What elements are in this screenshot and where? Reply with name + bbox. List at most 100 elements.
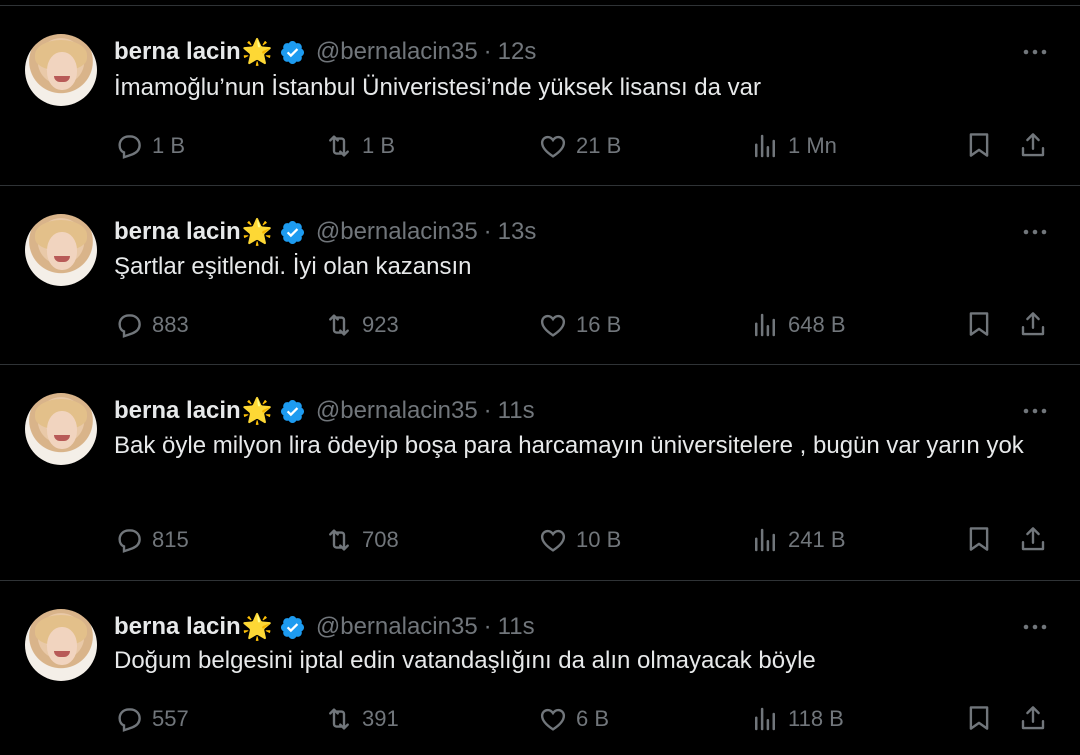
avatar[interactable] [25, 393, 97, 465]
separator-dot: · [483, 397, 492, 424]
tweet-actions: 1 B 1 B 21 B 1 Mn [114, 129, 1054, 163]
avatar[interactable] [25, 214, 97, 286]
retweet-count: 923 [362, 312, 399, 337]
reply-button[interactable]: 1 B [114, 129, 185, 163]
retweet-button[interactable]: 391 [324, 702, 399, 736]
tweet-header: berna lacin 🌟 @bernalacin35 · 12s [114, 37, 536, 67]
sun-emoji: 🌟 [241, 612, 273, 641]
views-chart-icon [755, 313, 775, 337]
share-icon[interactable] [1018, 703, 1048, 733]
like-count: 6 B [576, 706, 610, 731]
separator-dot: · [483, 613, 492, 640]
share-icon[interactable] [1018, 524, 1048, 554]
author-name[interactable]: berna lacin [114, 613, 241, 641]
retweet-icon [329, 314, 349, 336]
more-options-icon[interactable] [1020, 222, 1050, 242]
like-button[interactable]: 21 B [538, 129, 621, 163]
like-button[interactable]: 6 B [538, 702, 609, 736]
author-name[interactable]: berna lacin [114, 38, 241, 66]
views-button[interactable]: 648 B [750, 308, 846, 342]
more-options-icon[interactable] [1020, 42, 1050, 62]
reply-count: 1 B [152, 133, 186, 158]
reply-icon [118, 314, 141, 338]
retweet-count: 1 B [362, 133, 396, 158]
tweet-text: Şartlar eşitlendi. İyi olan kazansın [114, 253, 472, 280]
reply-icon [118, 135, 141, 159]
reply-count: 883 [152, 312, 189, 337]
tweet-actions: 557 391 6 B 118 B [114, 702, 1054, 736]
views-count: 241 B [788, 527, 846, 552]
tweet[interactable]: berna lacin 🌟 @bernalacin35 · 11s Doğum … [0, 581, 1080, 755]
author-handle[interactable]: @bernalacin35 [316, 38, 478, 66]
avatar[interactable] [25, 34, 97, 106]
verified-badge-icon [280, 399, 304, 423]
views-chart-icon [755, 707, 775, 731]
reply-icon [118, 708, 141, 732]
reply-count: 557 [152, 706, 189, 731]
timestamp[interactable]: 11s [498, 613, 535, 641]
tweet-text: İmamoğlu’nun İstanbul Üniveristesi’nde y… [114, 74, 761, 101]
views-chart-icon [755, 134, 775, 158]
author-handle[interactable]: @bernalacin35 [316, 218, 478, 246]
sun-emoji: 🌟 [241, 396, 273, 425]
reply-button[interactable]: 815 [114, 523, 189, 557]
sun-emoji: 🌟 [241, 217, 273, 246]
author-handle[interactable]: @bernalacin35 [316, 397, 478, 425]
separator-dot: · [483, 38, 492, 65]
retweet-button[interactable]: 1 B [324, 129, 395, 163]
tweet-header: berna lacin 🌟 @bernalacin35 · 11s [114, 612, 535, 642]
like-count: 21 B [576, 133, 622, 158]
retweet-icon [329, 135, 349, 157]
heart-icon [540, 135, 566, 158]
tweet[interactable]: berna lacin 🌟 @bernalacin35 · 12s İmamoğ… [0, 6, 1080, 186]
tweet[interactable]: berna lacin 🌟 @bernalacin35 · 11s Bak öy… [0, 365, 1080, 581]
views-button[interactable]: 241 B [750, 523, 846, 557]
tweet-text: Doğum belgesini iptal edin vatandaşlığın… [114, 647, 816, 674]
reply-button[interactable]: 557 [114, 702, 189, 736]
like-button[interactable]: 16 B [538, 308, 621, 342]
bookmark-icon[interactable] [964, 130, 994, 160]
share-icon[interactable] [1018, 130, 1048, 160]
like-count: 16 B [576, 312, 622, 337]
bookmark-icon[interactable] [964, 309, 994, 339]
sun-emoji: 🌟 [241, 37, 273, 66]
reply-icon [118, 529, 141, 553]
views-count: 118 B [788, 706, 844, 731]
retweet-button[interactable]: 923 [324, 308, 399, 342]
tweet-actions: 883 923 16 B 648 B [114, 308, 1054, 342]
retweet-count: 708 [362, 527, 399, 552]
timestamp[interactable]: 13s [498, 218, 537, 246]
views-count: 648 B [788, 312, 846, 337]
reply-button[interactable]: 883 [114, 308, 189, 342]
tweet[interactable]: berna lacin 🌟 @bernalacin35 · 13s Şartla… [0, 186, 1080, 365]
like-count: 10 B [576, 527, 622, 552]
timestamp[interactable]: 12s [498, 38, 537, 66]
views-chart-icon [755, 528, 775, 552]
avatar[interactable] [25, 609, 97, 681]
like-button[interactable]: 10 B [538, 523, 621, 557]
bookmark-icon[interactable] [964, 703, 994, 733]
timestamp[interactable]: 11s [498, 397, 535, 425]
author-handle[interactable]: @bernalacin35 [316, 613, 478, 641]
author-name[interactable]: berna lacin [114, 218, 241, 246]
more-options-icon[interactable] [1020, 617, 1050, 637]
heart-icon [540, 529, 566, 552]
bookmark-icon[interactable] [964, 524, 994, 554]
retweet-icon [329, 708, 349, 730]
tweet-header: berna lacin 🌟 @bernalacin35 · 11s [114, 396, 535, 426]
reply-count: 815 [152, 527, 189, 552]
retweet-icon [329, 529, 349, 551]
retweet-count: 391 [362, 706, 399, 731]
retweet-button[interactable]: 708 [324, 523, 399, 557]
verified-badge-icon [280, 615, 304, 639]
heart-icon [540, 708, 566, 731]
more-options-icon[interactable] [1020, 401, 1050, 421]
verified-badge-icon [280, 220, 304, 244]
heart-icon [540, 314, 566, 337]
views-count: 1 Mn [788, 133, 837, 158]
author-name[interactable]: berna lacin [114, 397, 241, 425]
share-icon[interactable] [1018, 309, 1048, 339]
tweet-header: berna lacin 🌟 @bernalacin35 · 13s [114, 217, 536, 247]
views-button[interactable]: 1 Mn [750, 129, 837, 163]
views-button[interactable]: 118 B [750, 702, 844, 736]
